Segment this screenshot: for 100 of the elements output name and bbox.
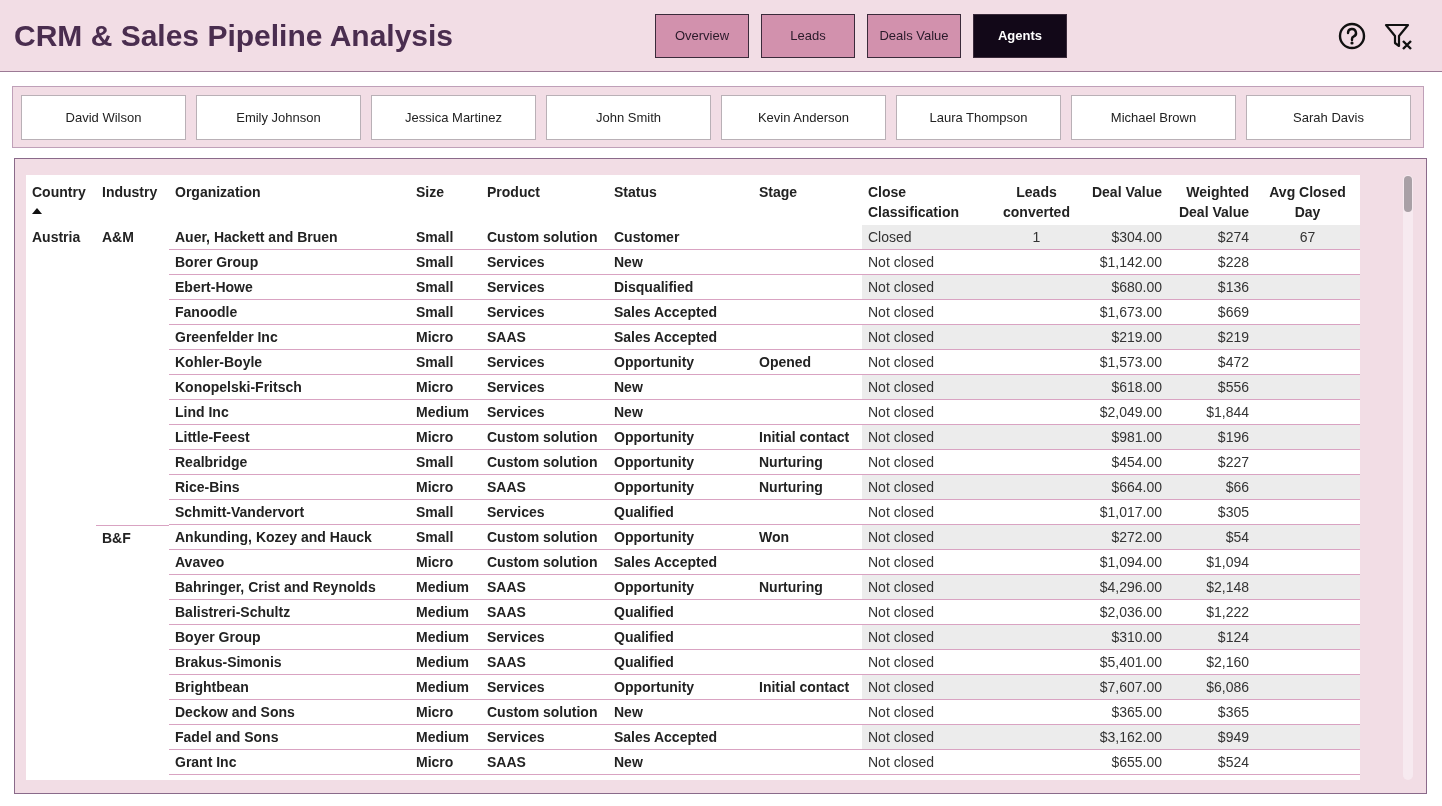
table-cell: Brakus-Simonis — [169, 650, 410, 675]
column-header[interactable]: Leads converted — [999, 182, 1074, 222]
clear-filter-icon[interactable] — [1384, 21, 1414, 50]
table-cell: Services — [481, 375, 608, 400]
table-cell: $274 — [1168, 225, 1255, 250]
table-cell: SAAS — [481, 325, 608, 350]
table-cell: Boyer Group — [169, 625, 410, 650]
table-cell: Not closed — [862, 275, 993, 300]
column-header[interactable]: Organization — [175, 182, 404, 202]
table-cell: Rice-Bins — [169, 475, 410, 500]
column-header[interactable]: Deal Value — [1086, 182, 1162, 202]
nav-tab[interactable]: Overview — [655, 13, 749, 58]
agent-filter-button[interactable]: John Smith — [546, 94, 711, 140]
table-cell: $196 — [1168, 425, 1255, 450]
table-cell: SAAS — [481, 575, 608, 600]
table-cell: Sales Accepted — [608, 550, 753, 575]
table-cell: Micro — [410, 550, 481, 575]
table-cell: New — [608, 250, 753, 275]
table-cell: SAAS — [481, 600, 608, 625]
table-cell: Services — [481, 275, 608, 300]
nav-tab[interactable]: Agents — [973, 13, 1067, 58]
table-cell: Micro — [410, 750, 481, 775]
table-cell: Not closed — [862, 325, 993, 350]
table-cell: $949 — [1168, 725, 1255, 750]
table-cell: $664.00 — [1080, 475, 1168, 500]
table-cell: Custom solution — [481, 550, 608, 575]
agent-filter-button[interactable]: Laura Thompson — [896, 94, 1061, 140]
agent-filter-button[interactable]: Emily Johnson — [196, 94, 361, 140]
table-cell: Balistreri-Schultz — [169, 600, 410, 625]
table-cell: Schmitt-Vandervort — [169, 500, 410, 525]
table-cell: Micro — [410, 700, 481, 725]
table-cell: Not closed — [862, 375, 993, 400]
table-cell: Not closed — [862, 625, 993, 650]
table-cell: $310.00 — [1080, 625, 1168, 650]
table-cell: SAAS — [481, 650, 608, 675]
table-cell: $304.00 — [1080, 225, 1168, 250]
table-cell: Custom solution — [481, 700, 608, 725]
table-cell: Sales Accepted — [608, 325, 753, 350]
table-cell: Opportunity — [608, 425, 753, 450]
table-cell: Custom solution — [481, 450, 608, 475]
agent-filter-button[interactable]: Michael Brown — [1071, 94, 1236, 140]
scrollbar-thumb[interactable] — [1404, 176, 1412, 212]
table-cell: $3,162.00 — [1080, 725, 1168, 750]
table-cell: Medium — [410, 650, 481, 675]
table-cell: Qualified — [608, 600, 753, 625]
table-cell: $981.00 — [1080, 425, 1168, 450]
table-cell: Services — [481, 350, 608, 375]
table-cell: Not closed — [862, 525, 993, 550]
agent-filter-button[interactable]: Sarah Davis — [1246, 94, 1411, 140]
column-header[interactable]: Close Classification — [868, 182, 987, 222]
table-cell: Not closed — [862, 425, 993, 450]
table-cell: Opportunity — [608, 525, 753, 550]
column-header[interactable]: Avg Closed Day — [1261, 182, 1354, 222]
table-cell: Qualified — [608, 650, 753, 675]
table-cell: $524 — [1168, 750, 1255, 775]
table-cell: 67 — [1255, 225, 1360, 250]
table-cell: Disqualified — [608, 275, 753, 300]
table-cell: Sales Accepted — [608, 725, 753, 750]
table-cell: New — [608, 375, 753, 400]
nav-tab[interactable]: Deals Value — [867, 13, 961, 58]
table-cell: $219 — [1168, 325, 1255, 350]
table-cell: New — [608, 750, 753, 775]
table-cell: Greenfelder Inc — [169, 325, 410, 350]
table-cell: Opportunity — [608, 575, 753, 600]
table-cell: Bahringer, Crist and Reynolds — [169, 575, 410, 600]
table-cell: Opened — [753, 350, 862, 375]
table-cell: Avaveo — [169, 550, 410, 575]
table-cell: Little-Feest — [169, 425, 410, 450]
column-header[interactable]: Product — [487, 182, 602, 202]
table-cell: Closed — [862, 225, 993, 250]
table-cell: Lind Inc — [169, 400, 410, 425]
table-cell: $7,607.00 — [1080, 675, 1168, 700]
table-cell: Brightbean — [169, 675, 410, 700]
table-cell: Borer Group — [169, 250, 410, 275]
help-icon[interactable] — [1338, 21, 1366, 50]
column-header[interactable]: Status — [614, 182, 747, 202]
column-header[interactable]: Country — [32, 182, 86, 202]
table-cell: Auer, Hackett and Bruen — [169, 225, 410, 250]
sort-ascending-icon[interactable] — [32, 208, 42, 214]
table-cell: $54 — [1168, 525, 1255, 550]
table-cell: Medium — [410, 725, 481, 750]
table-cell: Custom solution — [481, 525, 608, 550]
table-cell: Not closed — [862, 750, 993, 775]
agent-filter-button[interactable]: Kevin Anderson — [721, 94, 886, 140]
table-cell: Micro — [410, 425, 481, 450]
scrollbar[interactable] — [1403, 175, 1413, 780]
column-header[interactable]: Size — [416, 182, 475, 202]
column-header[interactable]: Industry — [102, 182, 163, 202]
column-header[interactable]: Stage — [759, 182, 856, 202]
agent-filter-button[interactable]: David Wilson — [21, 94, 186, 140]
table-cell: Services — [481, 300, 608, 325]
table-cell: Medium — [410, 625, 481, 650]
table-cell-text: Austria — [31, 228, 82, 247]
table-cell: Opportunity — [608, 450, 753, 475]
table-cell: Services — [481, 675, 608, 700]
column-header[interactable]: Weighted Deal Value — [1174, 182, 1249, 222]
agent-filter-button[interactable]: Jessica Martinez — [371, 94, 536, 140]
table-cell: $4,296.00 — [1080, 575, 1168, 600]
page-title: CRM & Sales Pipeline Analysis — [14, 18, 455, 53]
nav-tab[interactable]: Leads — [761, 13, 855, 58]
